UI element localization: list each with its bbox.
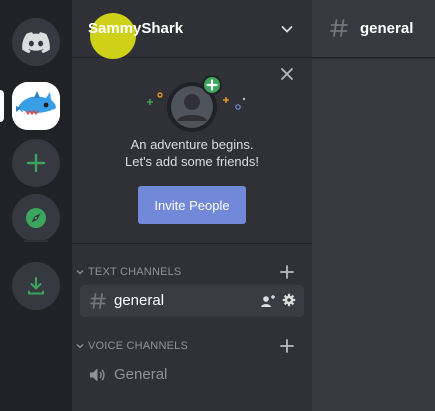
server-list	[0, 0, 72, 411]
category-text-channels[interactable]: TEXT CHANNELS	[72, 262, 312, 282]
channel-title: general	[360, 20, 414, 37]
guild-header[interactable]: SammyShark	[72, 0, 312, 59]
compass-icon	[26, 208, 46, 228]
channel-name: general	[114, 292, 165, 309]
shark-avatar-icon	[12, 82, 60, 130]
add-friend-illustration-icon	[147, 75, 246, 132]
add-server-button[interactable]	[12, 139, 60, 187]
create-channel-plus-icon[interactable]	[279, 338, 295, 354]
home-button[interactable]	[12, 18, 60, 66]
close-icon[interactable]	[279, 66, 295, 82]
category-label: VOICE CHANNELS	[88, 340, 188, 352]
plus-icon	[26, 153, 46, 173]
create-channel-plus-icon[interactable]	[279, 264, 295, 280]
speaker-icon	[90, 368, 105, 382]
category-label: TEXT CHANNELS	[88, 266, 182, 278]
welcome-line-1: An adventure begins.	[130, 137, 254, 152]
download-apps-button[interactable]	[12, 262, 60, 310]
channel-sidebar: SammyShark An adventure begins. Let's ad…	[72, 0, 312, 411]
caret-down-icon	[76, 270, 84, 275]
discord-logo-icon	[22, 31, 50, 53]
welcome-line-2: Let's add some friends!	[125, 154, 259, 169]
active-server-indicator	[0, 90, 4, 122]
rail-divider	[24, 240, 48, 242]
voice-channel-name: General	[114, 366, 168, 383]
explore-servers-button[interactable]	[12, 194, 60, 242]
caret-down-icon	[76, 344, 84, 349]
channel-item-general[interactable]: general	[80, 285, 304, 317]
download-icon	[28, 277, 44, 295]
gear-icon[interactable]	[282, 293, 296, 307]
welcome-panel: An adventure begins. Let's add some frie…	[72, 58, 312, 244]
guild-name: SammyShark	[88, 20, 184, 37]
invite-people-button[interactable]: Invite People	[138, 186, 246, 224]
chat-area: general	[312, 0, 435, 411]
create-invite-icon[interactable]	[260, 293, 276, 309]
category-voice-channels[interactable]: VOICE CHANNELS	[72, 336, 312, 356]
server-sammyshark[interactable]	[12, 82, 60, 130]
channel-header: general	[312, 0, 435, 58]
voice-channel-item-general[interactable]: General	[80, 359, 304, 391]
chevron-down-icon[interactable]	[280, 22, 294, 36]
hashtag-icon	[330, 19, 348, 37]
hashtag-icon	[90, 293, 106, 309]
welcome-message: An adventure begins. Let's add some frie…	[72, 136, 312, 170]
